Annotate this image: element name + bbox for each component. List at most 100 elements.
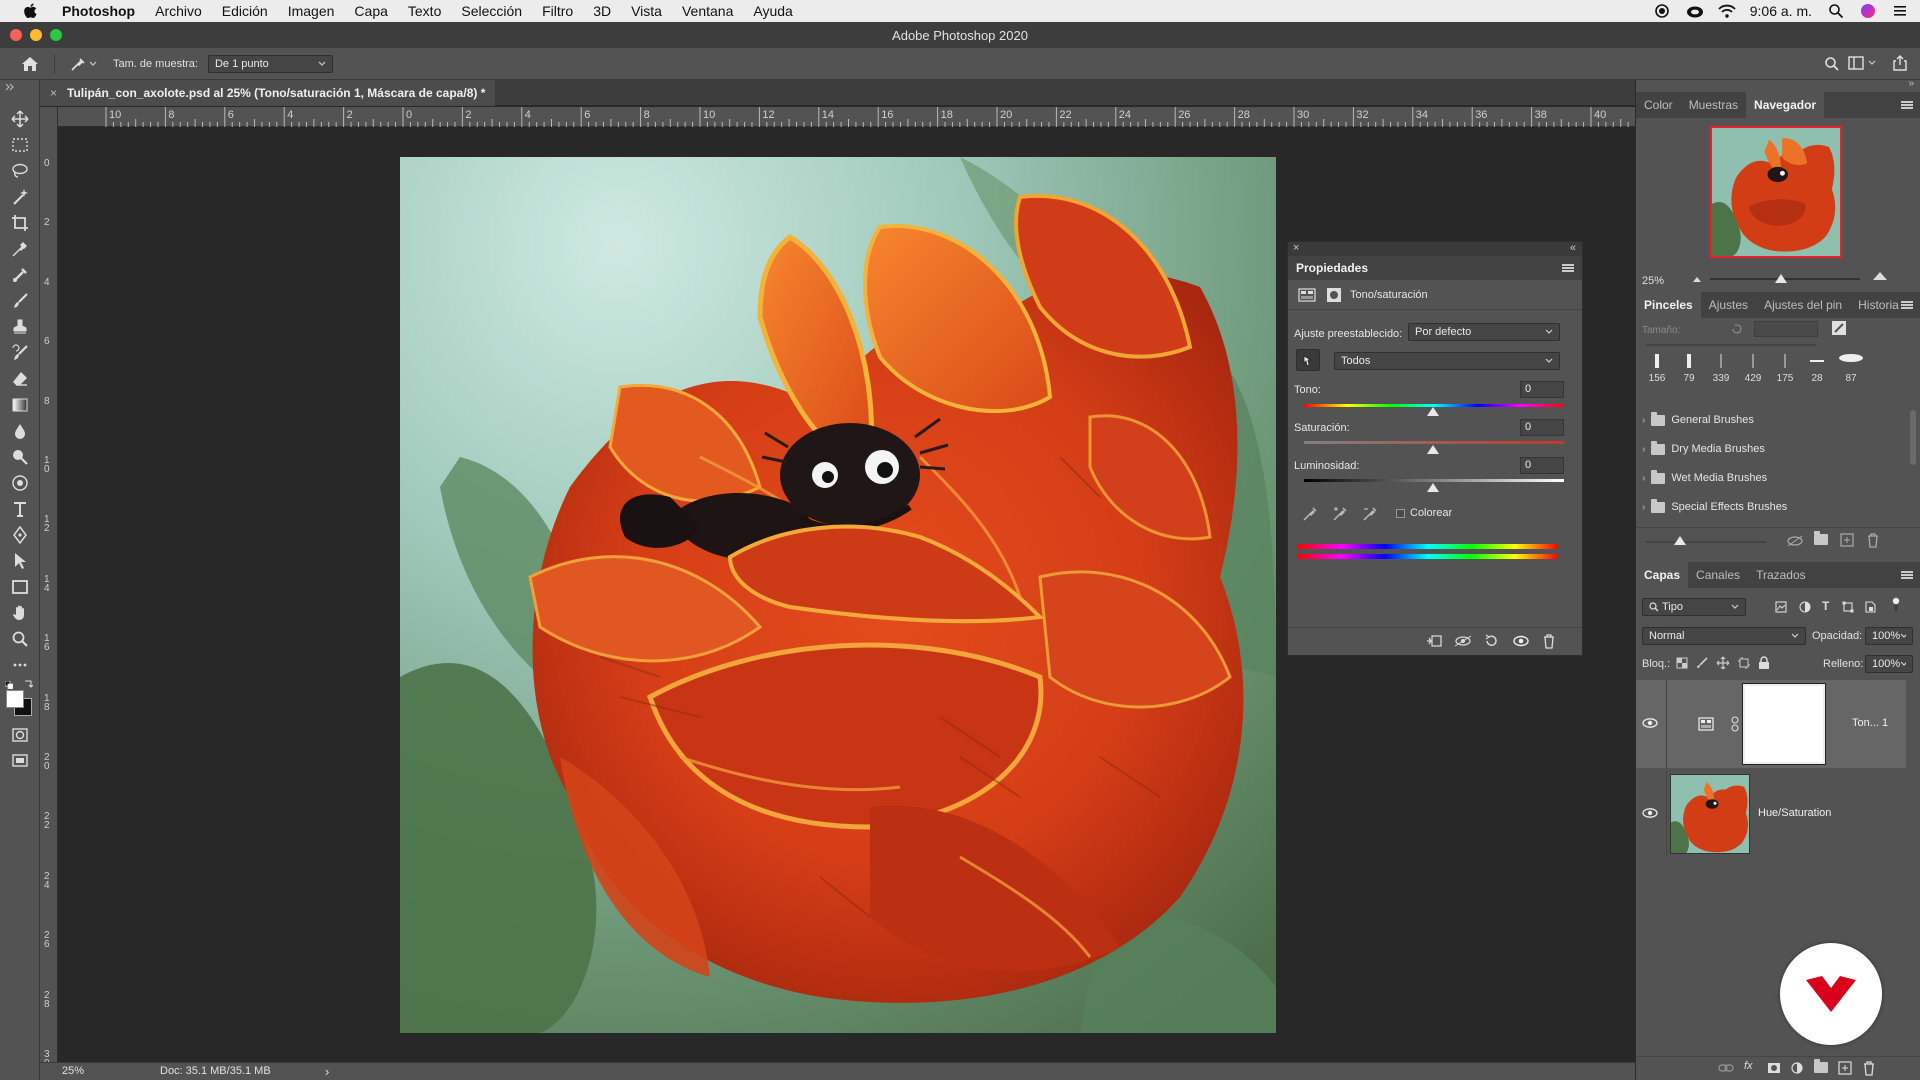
saturation-slider-track[interactable] bbox=[1304, 441, 1564, 444]
brush-preview-size-thumb[interactable] bbox=[1674, 536, 1686, 545]
new-adjustment-layer-icon[interactable] bbox=[1791, 1062, 1803, 1077]
control-center-icon[interactable] bbox=[1892, 3, 1908, 19]
navigator-zoom-thumb[interactable] bbox=[1775, 274, 1787, 283]
workspace-icon[interactable] bbox=[1848, 56, 1876, 70]
brush-size-slider[interactable] bbox=[1646, 344, 1816, 346]
filter-adjustment-icon[interactable] bbox=[1799, 601, 1811, 616]
brush-group-special[interactable]: › Special Effects Brushes bbox=[1642, 494, 1787, 520]
toggle-visibility-icon[interactable] bbox=[1512, 634, 1530, 651]
ruler-vertical[interactable]: 024681012141618202224262830 bbox=[40, 107, 58, 1069]
marquee-tool-icon[interactable] bbox=[0, 132, 40, 158]
minimize-window-button[interactable] bbox=[30, 29, 42, 41]
brush-group-general[interactable]: › General Brushes bbox=[1642, 407, 1754, 433]
dock-collapse-bar[interactable]: » bbox=[1636, 78, 1920, 92]
layer-row-artwork[interactable]: Hue/Saturation bbox=[1636, 770, 1906, 858]
brushes-scrollbar[interactable] bbox=[1910, 410, 1916, 465]
close-window-button[interactable] bbox=[10, 29, 22, 41]
filter-type-icon[interactable]: T bbox=[1822, 599, 1829, 613]
menu-edicion[interactable]: Edición bbox=[222, 3, 268, 19]
view-previous-state-icon[interactable] bbox=[1454, 634, 1472, 651]
zoom-window-button[interactable] bbox=[50, 29, 62, 41]
sample-size-dropdown[interactable]: De 1 punto bbox=[207, 54, 333, 73]
navigator-thumbnail[interactable] bbox=[1710, 126, 1842, 258]
eyedropper-tool-icon[interactable] bbox=[0, 236, 40, 262]
screen-mode-icon[interactable] bbox=[0, 748, 40, 774]
tools-collapse[interactable] bbox=[0, 80, 39, 106]
document-tab[interactable]: × Tulipán_con_axolote.psd al 25% (Tono/s… bbox=[40, 80, 496, 106]
tab-brushes[interactable]: Pinceles bbox=[1636, 292, 1701, 318]
brush-group-wet[interactable]: › Wet Media Brushes bbox=[1642, 465, 1767, 491]
more-tools-icon[interactable] bbox=[0, 652, 40, 678]
layer-filter-dropdown[interactable]: Tipo bbox=[1642, 598, 1746, 616]
brush-preset[interactable]: 79 bbox=[1676, 352, 1702, 392]
tab-navigator[interactable]: Navegador bbox=[1746, 92, 1825, 118]
eyedropper-plus-icon[interactable] bbox=[1332, 505, 1348, 524]
menu-seleccion[interactable]: Selección bbox=[461, 3, 522, 19]
filter-toggle[interactable] bbox=[1891, 597, 1901, 613]
reset-size-icon[interactable] bbox=[1731, 323, 1743, 338]
apple-icon[interactable] bbox=[20, 3, 40, 19]
menu-texto[interactable]: Texto bbox=[408, 3, 441, 19]
blend-mode-dropdown[interactable]: Normal bbox=[1642, 627, 1806, 645]
add-mask-icon[interactable] bbox=[1767, 1062, 1781, 1077]
zoom-in-icon[interactable] bbox=[1872, 270, 1888, 285]
eyedropper-tool-preset-icon[interactable] bbox=[69, 56, 97, 72]
eyedropper-minus-icon[interactable] bbox=[1362, 505, 1378, 524]
lock-pixels-icon[interactable] bbox=[1696, 657, 1708, 672]
saturation-value-input[interactable]: 0 bbox=[1520, 419, 1564, 436]
navigator-menu-icon[interactable] bbox=[1901, 101, 1913, 109]
record-icon[interactable] bbox=[1654, 3, 1670, 19]
tab-brush-settings[interactable]: Ajustes del pin bbox=[1756, 292, 1850, 318]
menu-ventana[interactable]: Ventana bbox=[682, 3, 733, 19]
delete-brush-icon[interactable] bbox=[1866, 532, 1880, 551]
wifi-icon[interactable] bbox=[1718, 3, 1736, 19]
layer-row-adjustment[interactable]: Ton... 1 bbox=[1636, 680, 1906, 768]
new-brush-preset-icon[interactable] bbox=[1840, 533, 1854, 550]
zoom-out-icon[interactable] bbox=[1692, 273, 1702, 287]
tab-channels[interactable]: Canales bbox=[1688, 562, 1748, 588]
close-tab-icon[interactable]: × bbox=[50, 86, 57, 100]
preset-dropdown[interactable]: Por defecto bbox=[1408, 323, 1560, 341]
brush-preview-size-slider[interactable] bbox=[1646, 541, 1766, 543]
new-group-icon[interactable] bbox=[1814, 531, 1828, 545]
type-tool-icon[interactable] bbox=[0, 496, 40, 522]
spotlight-search-icon[interactable] bbox=[1828, 3, 1844, 19]
quick-mask-icon[interactable] bbox=[0, 722, 40, 748]
status-zoom[interactable]: 25% bbox=[62, 1065, 84, 1077]
default-colors-icon[interactable] bbox=[4, 678, 14, 690]
rectangle-tool-icon[interactable] bbox=[0, 574, 40, 600]
hue-slider-thumb[interactable] bbox=[1427, 407, 1439, 416]
menu-archivo[interactable]: Archivo bbox=[155, 3, 202, 19]
zoom-tool-icon[interactable] bbox=[0, 626, 40, 652]
tab-layers[interactable]: Capas bbox=[1636, 562, 1689, 588]
channel-dropdown[interactable]: Todos bbox=[1334, 352, 1560, 370]
collapse-panel-icon[interactable]: « bbox=[1570, 242, 1576, 254]
new-layer-icon[interactable] bbox=[1838, 1061, 1852, 1078]
clone-stamp-tool-icon[interactable] bbox=[0, 314, 40, 340]
menu-3d[interactable]: 3D bbox=[593, 3, 611, 19]
brush-preset[interactable]: 339 bbox=[1708, 352, 1734, 392]
delete-adjustment-icon[interactable] bbox=[1542, 633, 1556, 652]
hand-tool-icon[interactable] bbox=[0, 600, 40, 626]
tab-swatches[interactable]: Muestras bbox=[1681, 92, 1746, 118]
collapse-dock-icon[interactable]: » bbox=[1908, 78, 1914, 89]
colorize-checkbox[interactable] bbox=[1396, 509, 1405, 518]
menu-vista[interactable]: Vista bbox=[631, 3, 662, 19]
toggle-brush-panel-icon[interactable] bbox=[1786, 534, 1804, 551]
healing-brush-tool-icon[interactable] bbox=[0, 262, 40, 288]
menu-ayuda[interactable]: Ayuda bbox=[753, 3, 792, 19]
layer-thumbnail[interactable] bbox=[1670, 774, 1750, 854]
creative-cloud-icon[interactable] bbox=[1686, 3, 1703, 19]
layer-visibility-eye-icon[interactable] bbox=[1642, 807, 1658, 822]
brush-preset[interactable]: 156 bbox=[1644, 352, 1670, 392]
history-brush-tool-icon[interactable] bbox=[0, 340, 40, 366]
tab-adjustments[interactable]: Ajustes bbox=[1701, 292, 1756, 318]
lasso-tool-icon[interactable] bbox=[0, 158, 40, 184]
clip-to-layer-icon[interactable] bbox=[1426, 634, 1442, 651]
new-brush-icon[interactable] bbox=[1831, 320, 1847, 339]
layer-mask-icon[interactable] bbox=[1326, 287, 1342, 306]
menubar-clock[interactable]: 9:06 a. m. bbox=[1750, 3, 1812, 19]
opacity-input[interactable]: 100% bbox=[1865, 627, 1913, 645]
ruler-horizontal[interactable]: 10 8 6 4 2 0 2 4 6 8 10 12 14 16 18 20 22 24 26 28 30 32 34 36 3… bbox=[58, 107, 1635, 127]
move-tool-icon[interactable] bbox=[0, 106, 40, 132]
